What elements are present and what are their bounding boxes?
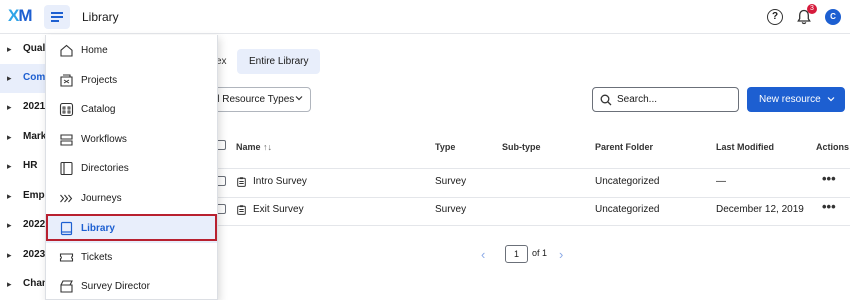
nav-item-journeys[interactable]: Journeys bbox=[46, 184, 217, 213]
avatar[interactable]: C bbox=[825, 9, 841, 25]
resource-modified: December 12, 2019 bbox=[716, 204, 804, 215]
search-box[interactable] bbox=[592, 87, 739, 112]
more-actions-icon[interactable]: ••• bbox=[822, 171, 836, 186]
sidebar-item[interactable]: ▸ Mark bbox=[0, 123, 46, 152]
chevron-right-icon: ▸ bbox=[7, 132, 12, 142]
more-actions-icon[interactable]: ••• bbox=[822, 199, 836, 214]
survey-director-icon bbox=[60, 280, 73, 293]
projects-icon bbox=[60, 74, 73, 87]
directories-icon bbox=[60, 161, 73, 176]
new-resource-label: New resource bbox=[759, 94, 821, 105]
chevron-right-icon: ▸ bbox=[7, 44, 12, 54]
nav-item-projects[interactable]: Projects bbox=[46, 66, 217, 95]
column-header-type: Type bbox=[435, 142, 456, 152]
menu-icon[interactable] bbox=[44, 5, 70, 29]
page-count: of 1 bbox=[532, 248, 548, 258]
notification-badge: 3 bbox=[807, 4, 817, 14]
tab-entire-library[interactable]: Entire Library bbox=[237, 49, 321, 74]
column-header-modified: Last Modified bbox=[716, 142, 774, 152]
resource-name[interactable]: Exit Survey bbox=[253, 204, 304, 215]
nav-item-workflows[interactable]: Workflows bbox=[46, 125, 217, 154]
nav-item-library[interactable]: Library bbox=[46, 214, 217, 243]
sidebar-item[interactable]: ▸ 2022 bbox=[0, 211, 46, 240]
previous-page-icon[interactable]: ‹ bbox=[481, 247, 485, 262]
table-row[interactable]: Intro Survey Survey Uncategorized — ••• bbox=[200, 169, 850, 197]
nav-item-survey-director[interactable]: Survey Director bbox=[46, 272, 217, 300]
survey-icon bbox=[237, 177, 246, 187]
new-resource-button[interactable]: New resource bbox=[747, 87, 845, 112]
page-title: Library bbox=[82, 10, 119, 24]
sidebar-item-active[interactable]: ▸ Com bbox=[0, 64, 46, 93]
journeys-icon bbox=[60, 194, 73, 203]
column-header-subtype: Sub-type bbox=[502, 142, 541, 152]
sort-icon: ↑↓ bbox=[263, 142, 273, 152]
help-icon[interactable]: ? bbox=[767, 9, 783, 25]
library-icon bbox=[60, 221, 73, 236]
next-page-icon[interactable]: › bbox=[559, 247, 563, 262]
row-divider bbox=[200, 225, 850, 226]
xm-logo[interactable]: XM bbox=[8, 6, 33, 26]
column-header-actions: Actions bbox=[816, 142, 850, 152]
tickets-icon bbox=[59, 253, 74, 262]
chevron-right-icon: ▸ bbox=[7, 161, 12, 171]
resource-folder: Uncategorized bbox=[595, 176, 660, 187]
chevron-down-icon bbox=[295, 96, 303, 101]
chevron-down-icon bbox=[827, 97, 835, 102]
nav-item-directories[interactable]: Directories bbox=[46, 154, 217, 183]
chevron-right-icon: ▸ bbox=[7, 250, 12, 260]
survey-icon bbox=[237, 205, 246, 215]
resource-modified: — bbox=[716, 176, 726, 187]
chevron-right-icon: ▸ bbox=[7, 102, 12, 112]
sidebar-item[interactable]: ▸ 2023 bbox=[0, 241, 46, 270]
column-header-folder: Parent Folder bbox=[595, 142, 654, 152]
chevron-right-icon: ▸ bbox=[7, 73, 12, 83]
resource-type: Survey bbox=[435, 176, 467, 187]
chevron-right-icon: ▸ bbox=[7, 220, 12, 230]
nav-item-tickets[interactable]: Tickets bbox=[46, 243, 217, 272]
table-row[interactable]: Exit Survey Survey Uncategorized Decembe… bbox=[200, 197, 850, 225]
workflows-icon bbox=[60, 134, 73, 146]
search-icon bbox=[600, 94, 612, 106]
column-header-name[interactable]: Name ↑↓ bbox=[236, 142, 272, 152]
sidebar-item[interactable]: ▸ Chan bbox=[0, 270, 46, 299]
project-sidebar: ▸ Qual ▸ Com ▸ 2021 ▸ Mark ▸ HR ▸ Emp ▸ 2022 ▸ 2… bbox=[0, 35, 46, 300]
nav-item-home[interactable]: Home bbox=[46, 36, 217, 65]
home-icon bbox=[60, 44, 73, 57]
search-input[interactable] bbox=[617, 91, 732, 108]
resource-type: Survey bbox=[435, 204, 467, 215]
resource-name[interactable]: Intro Survey bbox=[253, 176, 307, 187]
resource-folder: Uncategorized bbox=[595, 204, 660, 215]
page-number-input[interactable]: 1 bbox=[505, 245, 528, 263]
nav-item-catalog[interactable]: Catalog bbox=[46, 95, 217, 124]
resource-type-value: ll Resource Types bbox=[215, 94, 295, 105]
top-bar: XM Library ? 3 C bbox=[0, 0, 850, 34]
sidebar-item[interactable]: ▸ 2021 bbox=[0, 93, 46, 122]
sidebar-item[interactable]: ▸ HR bbox=[0, 152, 46, 181]
chevron-right-icon: ▸ bbox=[7, 279, 12, 289]
global-nav-menu: Home Projects Catalog Workflows Director… bbox=[45, 35, 218, 300]
catalog-icon bbox=[59, 102, 74, 117]
chevron-right-icon: ▸ bbox=[7, 191, 12, 201]
sidebar-item[interactable]: ▸ Qual bbox=[0, 35, 46, 64]
sidebar-item[interactable]: ▸ Emp bbox=[0, 182, 46, 211]
